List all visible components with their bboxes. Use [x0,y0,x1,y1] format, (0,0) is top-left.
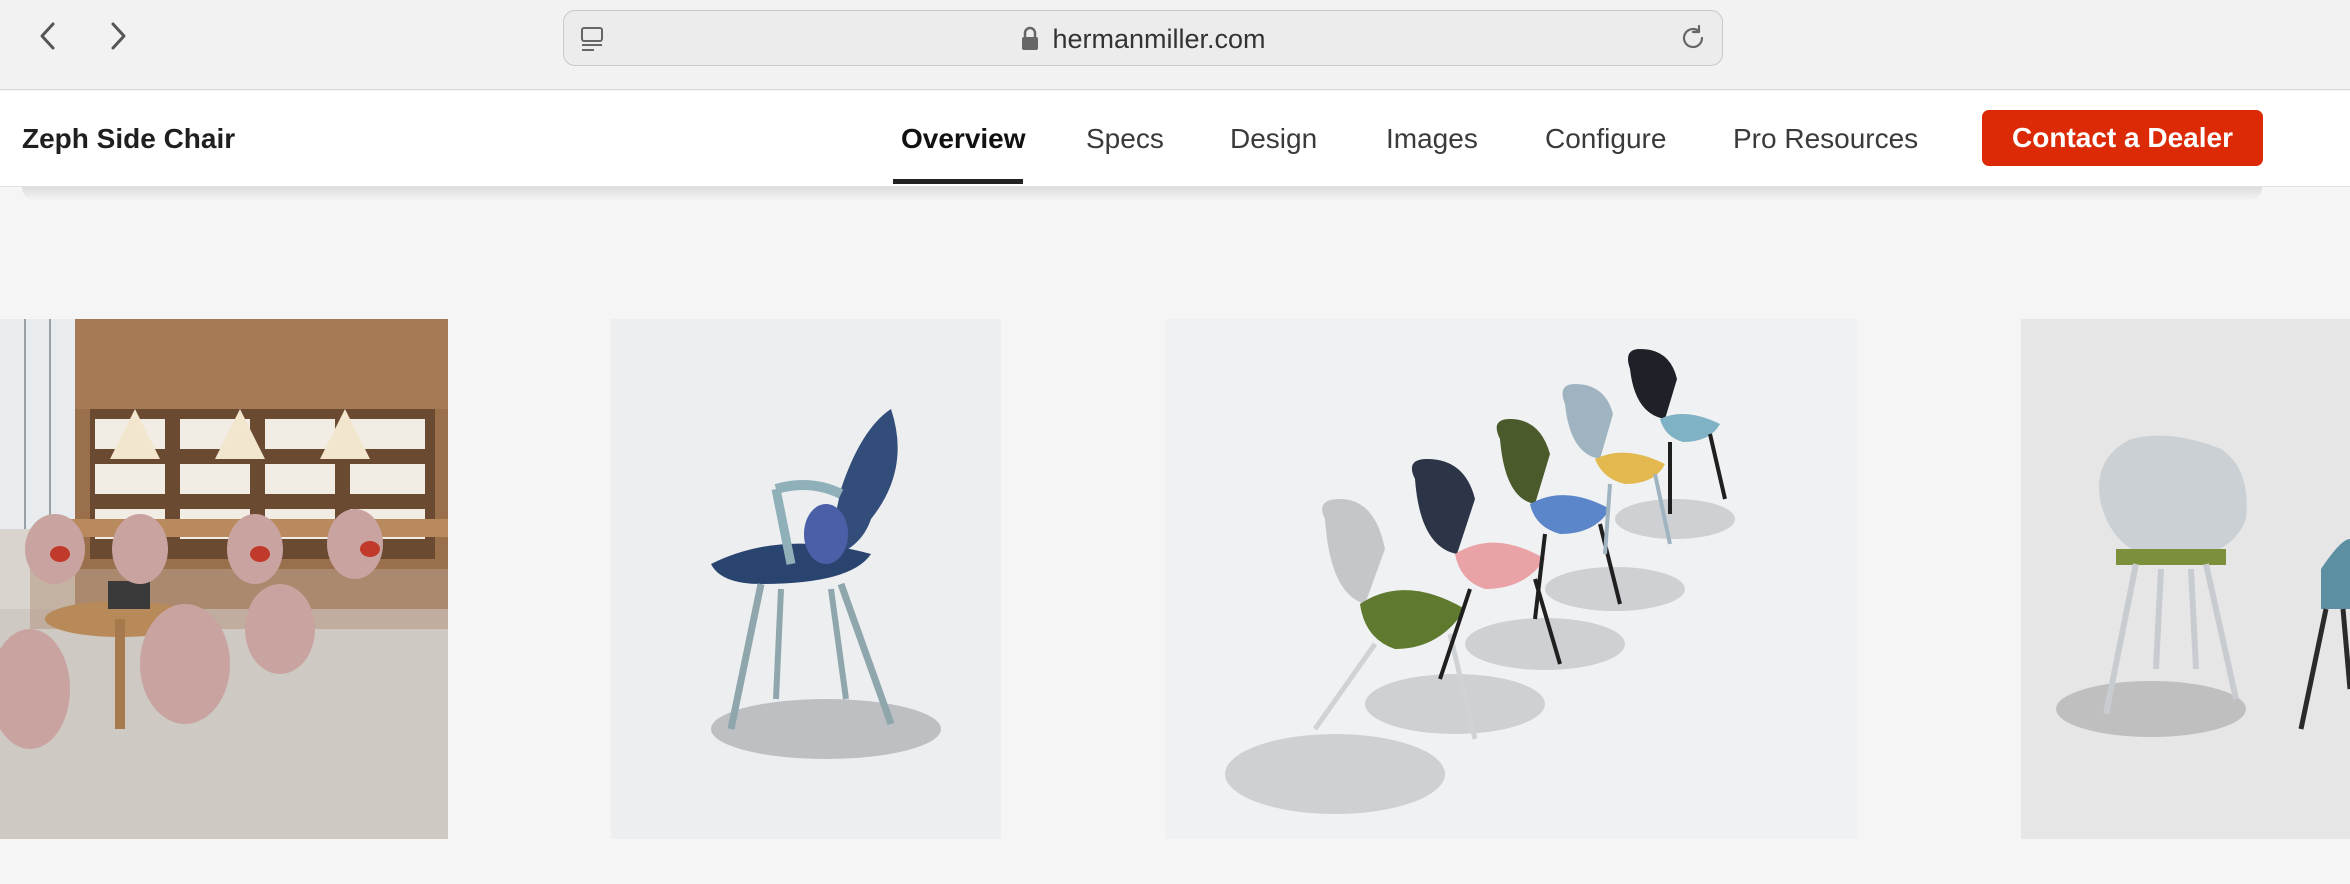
browser-toolbar: hermanmiller.com [0,0,2350,90]
chair-lineup-image[interactable] [1165,319,1858,839]
gray-chair-pair-image[interactable] [2021,319,2350,839]
blue-side-chair-image[interactable] [611,319,1001,839]
chevron-right-icon [111,22,126,50]
tab-pro-resources[interactable]: Pro Resources [1733,91,1918,187]
url-text: hermanmiller.com [1052,23,1266,54]
active-tab-indicator [893,179,1023,184]
forward-button[interactable] [98,16,138,56]
chevron-left-icon [40,22,55,50]
contact-dealer-button[interactable]: Contact a Dealer [1982,110,2263,166]
tab-configure[interactable]: Configure [1545,91,1666,187]
tab-overview[interactable]: Overview [901,91,1026,187]
library-scene-image[interactable] [0,319,448,839]
tab-design[interactable]: Design [1230,91,1317,187]
tab-images[interactable]: Images [1386,91,1478,187]
product-title: Zeph Side Chair [22,123,236,154]
lock-icon [1022,26,1039,50]
address-bar[interactable]: hermanmiller.com [563,10,1723,66]
product-subnav: Zeph Side Chair Overview Specs Design Im… [0,91,2350,187]
back-button[interactable] [28,16,68,56]
tab-specs[interactable]: Specs [1086,91,1164,187]
header-shadow [22,187,2262,201]
reload-icon[interactable] [1678,23,1708,53]
